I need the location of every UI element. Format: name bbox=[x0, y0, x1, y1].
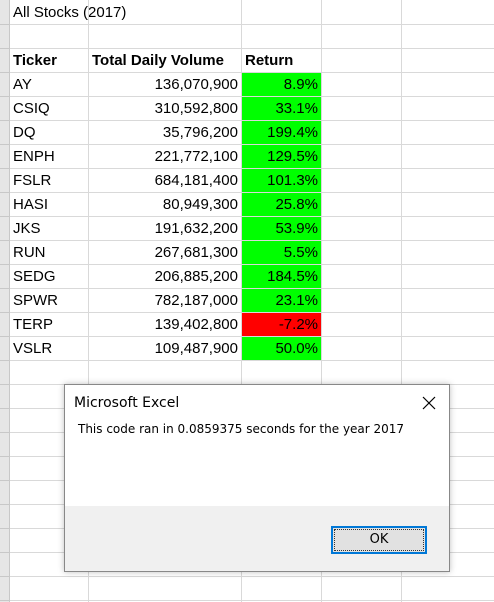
ticker-cell[interactable]: DQ bbox=[10, 121, 88, 144]
volume-cell[interactable]: 267,681,300 bbox=[89, 241, 241, 264]
ticker-cell[interactable]: CSIQ bbox=[10, 97, 88, 120]
row-gridline bbox=[10, 120, 494, 121]
ticker-cell[interactable]: VSLR bbox=[10, 337, 88, 360]
volume-cell[interactable]: 191,632,200 bbox=[89, 217, 241, 240]
row-gridline bbox=[10, 360, 494, 361]
ticker-cell[interactable]: FSLR bbox=[10, 169, 88, 192]
volume-cell[interactable]: 80,949,300 bbox=[89, 193, 241, 216]
volume-cell[interactable]: 35,796,200 bbox=[89, 121, 241, 144]
return-cell[interactable]: 8.9% bbox=[242, 73, 321, 96]
volume-cell[interactable]: 139,402,800 bbox=[89, 313, 241, 336]
row-number-strip bbox=[0, 0, 10, 602]
row-gridline bbox=[10, 144, 494, 145]
ticker-cell[interactable]: JKS bbox=[10, 217, 88, 240]
return-cell[interactable]: 199.4% bbox=[242, 121, 321, 144]
row-gridline bbox=[10, 168, 494, 169]
return-cell[interactable]: 33.1% bbox=[242, 97, 321, 120]
ticker-cell[interactable]: TERP bbox=[10, 313, 88, 336]
return-cell[interactable]: 5.5% bbox=[242, 241, 321, 264]
return-cell[interactable]: 23.1% bbox=[242, 289, 321, 312]
row-gridline bbox=[10, 288, 494, 289]
volume-cell[interactable]: 782,187,000 bbox=[89, 289, 241, 312]
ticker-cell[interactable]: HASI bbox=[10, 193, 88, 216]
row-gridline bbox=[10, 216, 494, 217]
volume-cell[interactable]: 109,487,900 bbox=[89, 337, 241, 360]
ticker-cell[interactable]: SPWR bbox=[10, 289, 88, 312]
row-gridline bbox=[10, 264, 494, 265]
header-return[interactable]: Return bbox=[242, 49, 321, 72]
row-gridline bbox=[10, 600, 494, 601]
ticker-cell[interactable]: SEDG bbox=[10, 265, 88, 288]
ticker-cell[interactable]: ENPH bbox=[10, 145, 88, 168]
return-cell[interactable]: 101.3% bbox=[242, 169, 321, 192]
dialog-message: This code ran in 0.0859375 seconds for t… bbox=[78, 422, 405, 436]
volume-cell[interactable]: 136,070,900 bbox=[89, 73, 241, 96]
row-gridline bbox=[10, 96, 494, 97]
header-ticker[interactable]: Ticker bbox=[10, 49, 88, 72]
ticker-cell[interactable]: AY bbox=[10, 73, 88, 96]
message-box-dialog: Microsoft Excel This code ran in 0.08593… bbox=[64, 384, 450, 572]
ticker-cell[interactable]: RUN bbox=[10, 241, 88, 264]
row-gridline bbox=[10, 192, 494, 193]
return-cell[interactable]: -7.2% bbox=[242, 313, 321, 336]
row-gridline bbox=[10, 72, 494, 73]
return-cell[interactable]: 25.8% bbox=[242, 193, 321, 216]
row-gridline bbox=[10, 312, 494, 313]
return-cell[interactable]: 129.5% bbox=[242, 145, 321, 168]
return-cell[interactable]: 50.0% bbox=[242, 337, 321, 360]
sheet-title-cell[interactable]: All Stocks (2017) bbox=[10, 1, 250, 24]
return-cell[interactable]: 53.9% bbox=[242, 217, 321, 240]
volume-cell[interactable]: 684,181,400 bbox=[89, 169, 241, 192]
close-icon[interactable] bbox=[419, 393, 439, 413]
ok-button[interactable]: OK bbox=[331, 526, 427, 554]
header-total-daily-volume[interactable]: Total Daily Volume bbox=[89, 49, 241, 72]
row-gridline bbox=[10, 576, 494, 577]
row-gridline bbox=[10, 336, 494, 337]
return-cell[interactable]: 184.5% bbox=[242, 265, 321, 288]
row-gridline bbox=[10, 240, 494, 241]
row-gridline bbox=[10, 48, 494, 49]
volume-cell[interactable]: 221,772,100 bbox=[89, 145, 241, 168]
row-gridline bbox=[10, 24, 494, 25]
dialog-title: Microsoft Excel bbox=[74, 395, 180, 411]
volume-cell[interactable]: 310,592,800 bbox=[89, 97, 241, 120]
volume-cell[interactable]: 206,885,200 bbox=[89, 265, 241, 288]
